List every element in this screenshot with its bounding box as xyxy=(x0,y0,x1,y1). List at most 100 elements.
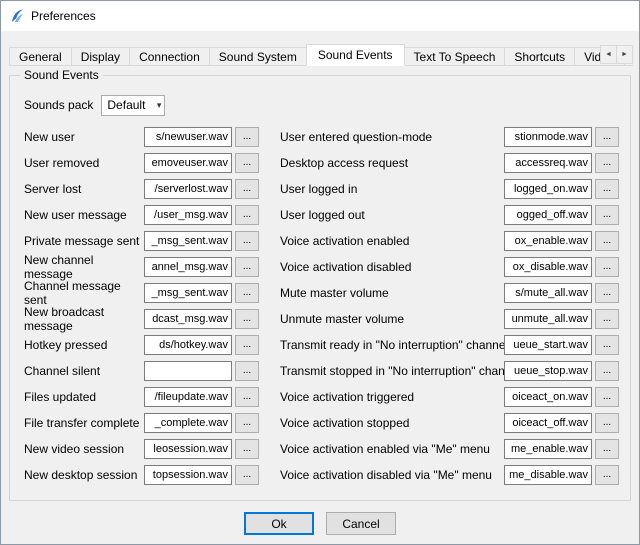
browse-button[interactable]: ... xyxy=(235,413,259,433)
event-sound-input[interactable] xyxy=(504,309,592,329)
event-label: Channel silent xyxy=(24,364,144,378)
browse-button[interactable]: ... xyxy=(235,361,259,381)
browse-button[interactable]: ... xyxy=(595,283,619,303)
event-sound-input[interactable] xyxy=(504,413,592,433)
browse-button[interactable]: ... xyxy=(595,257,619,277)
row-voice-activation-enabled-me-menu: Voice activation enabled via "Me" menu .… xyxy=(280,436,624,462)
event-sound-input[interactable] xyxy=(144,231,232,251)
event-sound-input[interactable] xyxy=(144,361,232,381)
browse-button[interactable]: ... xyxy=(235,335,259,355)
browse-button[interactable]: ... xyxy=(235,153,259,173)
event-columns: New user ... User removed ... Server los… xyxy=(16,124,624,488)
tab-scroll-right-icon[interactable]: ► xyxy=(616,45,633,64)
browse-button[interactable]: ... xyxy=(235,231,259,251)
browse-button[interactable]: ... xyxy=(595,413,619,433)
tab-general[interactable]: General xyxy=(9,47,72,66)
row-hotkey-pressed: Hotkey pressed ... xyxy=(24,332,266,358)
event-sound-input[interactable] xyxy=(504,205,592,225)
tab-strip: General Display Connection Sound System … xyxy=(9,44,633,66)
event-sound-input[interactable] xyxy=(504,361,592,381)
row-user-removed: User removed ... xyxy=(24,150,266,176)
browse-button[interactable]: ... xyxy=(595,439,619,459)
event-sound-input[interactable] xyxy=(144,387,232,407)
sounds-pack-row: Sounds pack Default ▾ xyxy=(24,94,624,116)
browse-button[interactable]: ... xyxy=(595,465,619,485)
sounds-pack-label: Sounds pack xyxy=(24,98,93,112)
cancel-button[interactable]: Cancel xyxy=(326,512,396,535)
browse-button[interactable]: ... xyxy=(235,283,259,303)
browse-button[interactable]: ... xyxy=(595,127,619,147)
event-label: User logged out xyxy=(280,208,504,222)
tab-shortcuts[interactable]: Shortcuts xyxy=(504,47,575,66)
window-title: Preferences xyxy=(31,9,96,23)
row-files-updated: Files updated ... xyxy=(24,384,266,410)
event-sound-input[interactable] xyxy=(504,283,592,303)
event-sound-input[interactable] xyxy=(144,179,232,199)
event-column-left: New user ... User removed ... Server los… xyxy=(24,124,266,488)
sound-events-group: Sound Events Sounds pack Default ▾ New u… xyxy=(9,75,631,501)
event-sound-input[interactable] xyxy=(504,257,592,277)
row-channel-message-sent: Channel message sent ... xyxy=(24,280,266,306)
event-label: User entered question-mode xyxy=(280,130,504,144)
event-label: New broadcast message xyxy=(24,305,144,333)
browse-button[interactable]: ... xyxy=(235,257,259,277)
browse-button[interactable]: ... xyxy=(235,205,259,225)
event-label: Channel message sent xyxy=(24,279,144,307)
event-sound-input[interactable] xyxy=(144,205,232,225)
row-voice-activation-triggered: Voice activation triggered ... xyxy=(280,384,624,410)
row-user-entered-question-mode: User entered question-mode ... xyxy=(280,124,624,150)
group-title: Sound Events xyxy=(20,68,103,82)
browse-button[interactable]: ... xyxy=(595,205,619,225)
event-sound-input[interactable] xyxy=(504,231,592,251)
browse-button[interactable]: ... xyxy=(595,231,619,251)
browse-button[interactable]: ... xyxy=(235,179,259,199)
tab-connection[interactable]: Connection xyxy=(129,47,210,66)
row-voice-activation-enabled: Voice activation enabled ... xyxy=(280,228,624,254)
browse-button[interactable]: ... xyxy=(595,361,619,381)
browse-button[interactable]: ... xyxy=(235,309,259,329)
event-sound-input[interactable] xyxy=(504,387,592,407)
event-sound-input[interactable] xyxy=(504,127,592,147)
row-user-logged-in: User logged in ... xyxy=(280,176,624,202)
row-transmit-stopped: Transmit stopped in "No interruption" ch… xyxy=(280,358,624,384)
browse-button[interactable]: ... xyxy=(595,387,619,407)
event-sound-input[interactable] xyxy=(144,309,232,329)
event-sound-input[interactable] xyxy=(144,283,232,303)
tab-sound-events[interactable]: Sound Events xyxy=(306,44,405,66)
event-label: Server lost xyxy=(24,182,144,196)
browse-button[interactable]: ... xyxy=(595,179,619,199)
event-sound-input[interactable] xyxy=(144,335,232,355)
sounds-pack-select[interactable]: Default ▾ xyxy=(101,95,165,116)
event-sound-input[interactable] xyxy=(504,179,592,199)
browse-button[interactable]: ... xyxy=(595,153,619,173)
event-sound-input[interactable] xyxy=(144,465,232,485)
tab-display[interactable]: Display xyxy=(71,47,130,66)
browse-button[interactable]: ... xyxy=(235,387,259,407)
browse-button[interactable]: ... xyxy=(235,127,259,147)
browse-button[interactable]: ... xyxy=(595,309,619,329)
event-sound-input[interactable] xyxy=(144,153,232,173)
event-sound-input[interactable] xyxy=(144,257,232,277)
event-label: New user xyxy=(24,130,144,144)
event-label: User removed xyxy=(24,156,144,170)
browse-button[interactable]: ... xyxy=(235,439,259,459)
browse-button[interactable]: ... xyxy=(595,335,619,355)
event-label: Transmit stopped in "No interruption" ch… xyxy=(280,364,504,378)
event-sound-input[interactable] xyxy=(144,413,232,433)
event-sound-input[interactable] xyxy=(144,439,232,459)
tab-sound-system[interactable]: Sound System xyxy=(209,47,307,66)
tab-text-to-speech[interactable]: Text To Speech xyxy=(404,47,506,66)
row-new-channel-message: New channel message ... xyxy=(24,254,266,280)
browse-button[interactable]: ... xyxy=(235,465,259,485)
event-sound-input[interactable] xyxy=(504,465,592,485)
event-label: Hotkey pressed xyxy=(24,338,144,352)
sounds-pack-value: Default xyxy=(107,98,145,112)
event-label: Unmute master volume xyxy=(280,312,504,326)
event-sound-input[interactable] xyxy=(504,439,592,459)
event-label: New channel message xyxy=(24,253,144,281)
event-sound-input[interactable] xyxy=(504,153,592,173)
event-sound-input[interactable] xyxy=(504,335,592,355)
ok-button[interactable]: Ok xyxy=(244,512,314,535)
event-sound-input[interactable] xyxy=(144,127,232,147)
tab-scroll-left-icon[interactable]: ◄ xyxy=(600,45,617,64)
